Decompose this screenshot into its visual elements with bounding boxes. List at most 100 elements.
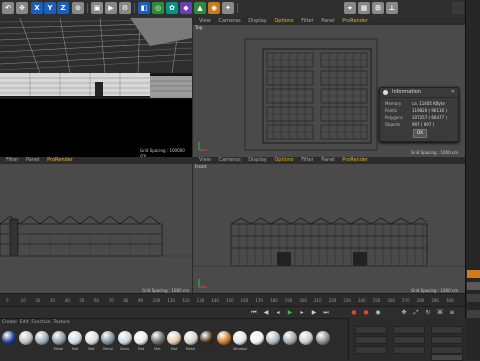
material-swatch[interactable] bbox=[51, 331, 66, 345]
material-swatch[interactable] bbox=[2, 331, 16, 345]
panel-tab-objects[interactable] bbox=[467, 270, 480, 278]
material-swatch[interactable] bbox=[216, 331, 231, 345]
info-value-memory: ca. 11405 KByte bbox=[412, 101, 445, 106]
cube-icon[interactable]: ◧ bbox=[138, 2, 150, 14]
menu-panel[interactable]: Panel bbox=[321, 157, 335, 163]
go-to-start-icon[interactable]: ⏮ bbox=[250, 309, 258, 317]
position-y-field[interactable] bbox=[355, 336, 387, 344]
menu-panel[interactable]: Panel bbox=[321, 18, 335, 24]
play-icon[interactable]: ▶ bbox=[286, 309, 294, 317]
material-swatch[interactable] bbox=[249, 331, 264, 345]
snap-icon[interactable]: ⌖ bbox=[344, 2, 356, 14]
menu-filter[interactable]: Filter bbox=[6, 157, 18, 163]
panel-tab-project[interactable] bbox=[467, 310, 480, 318]
menu-display[interactable]: Display bbox=[248, 157, 266, 163]
viewport-front[interactable]: Front Grid Spacing : 1000 cm bbox=[193, 164, 465, 293]
menu-texture[interactable]: Texture bbox=[53, 320, 69, 325]
size-z-field[interactable] bbox=[393, 346, 425, 354]
undo-icon[interactable]: ↶ bbox=[2, 2, 14, 14]
position-x-field[interactable] bbox=[355, 326, 387, 334]
array-icon[interactable]: ✿ bbox=[166, 2, 178, 14]
position-z-field[interactable] bbox=[355, 346, 387, 354]
material-swatch[interactable] bbox=[183, 331, 198, 345]
menu-filter[interactable]: Filter bbox=[301, 157, 313, 163]
rotation-h-field[interactable] bbox=[431, 326, 463, 334]
material-swatch[interactable] bbox=[134, 331, 148, 345]
material-swatch[interactable] bbox=[315, 331, 330, 345]
autokey-icon[interactable]: ● bbox=[362, 309, 370, 317]
next-frame-icon[interactable]: ▸ bbox=[298, 309, 306, 317]
material-swatch[interactable] bbox=[150, 331, 165, 345]
menu-panel[interactable]: Panel bbox=[26, 157, 40, 163]
grid-icon[interactable]: ⊞ bbox=[372, 2, 384, 14]
position-key-icon[interactable]: ✥ bbox=[400, 309, 408, 317]
material-swatch[interactable] bbox=[282, 331, 297, 345]
nurbs-icon[interactable]: ◎ bbox=[152, 2, 164, 14]
camera-icon[interactable]: ◉ bbox=[208, 2, 220, 14]
menu-function[interactable]: Function bbox=[31, 320, 50, 325]
material-swatch[interactable] bbox=[117, 331, 132, 345]
menu-options[interactable]: Options bbox=[274, 18, 293, 24]
rotation-p-field[interactable] bbox=[431, 336, 463, 344]
render-settings-icon[interactable]: ⚙ bbox=[119, 2, 131, 14]
menu-prorender[interactable]: ProRender bbox=[342, 18, 368, 24]
timeline-tick-label: 200 bbox=[299, 298, 307, 303]
go-to-end-icon[interactable]: ⏭ bbox=[322, 309, 330, 317]
main-toolbar: ↶ ✥ X Y Z ⊙ ▣ ▶ ⚙ ◧ ◎ ✿ ◆ ▲ ◉ ✦ ⌖ ▦ ⊞ ⊥ bbox=[0, 0, 465, 19]
viewport-perspective[interactable]: Grid Spacing : 100000 cm bbox=[0, 18, 192, 157]
menu-view[interactable]: View bbox=[199, 157, 211, 163]
menu-options[interactable]: Options bbox=[274, 157, 293, 163]
layout-menu-icon[interactable] bbox=[452, 2, 464, 14]
material-swatch[interactable] bbox=[233, 331, 247, 345]
render-picture-icon[interactable]: ▶ bbox=[105, 2, 117, 14]
menu-prorender[interactable]: ProRender bbox=[47, 157, 73, 163]
material-swatch[interactable] bbox=[266, 331, 280, 345]
timeline-tick-label: 260 bbox=[387, 298, 395, 303]
material-swatch[interactable] bbox=[84, 331, 99, 345]
menu-view[interactable]: View bbox=[199, 18, 211, 24]
rotation-key-icon[interactable]: ↻ bbox=[424, 309, 432, 317]
coordinate-system-icon[interactable]: ⊙ bbox=[72, 2, 84, 14]
parameter-key-icon[interactable]: ⌘ bbox=[436, 309, 444, 317]
menu-display[interactable]: Display bbox=[248, 18, 266, 24]
move-icon[interactable]: ✥ bbox=[16, 2, 28, 14]
menu-cameras[interactable]: Cameras bbox=[218, 157, 240, 163]
next-key-icon[interactable]: ▶ bbox=[310, 309, 318, 317]
z-axis-button[interactable]: Z bbox=[57, 2, 69, 14]
workplane-icon[interactable]: ▦ bbox=[358, 2, 370, 14]
material-swatch[interactable] bbox=[68, 331, 82, 345]
y-axis-button[interactable]: Y bbox=[44, 2, 56, 14]
scene-icon[interactable]: ▲ bbox=[194, 2, 206, 14]
timeline-ruler[interactable]: 0 10 20 30 40 50 60 70 80 90 100 110 120 130 140 150 160… bbox=[0, 293, 465, 306]
timeline-menu-icon[interactable]: ≡ bbox=[448, 309, 456, 317]
previous-key-icon[interactable]: ◀ bbox=[262, 309, 270, 317]
previous-frame-icon[interactable]: ◂ bbox=[274, 309, 282, 317]
axis-icon[interactable]: ⊥ bbox=[386, 2, 398, 14]
deformer-icon[interactable]: ◆ bbox=[180, 2, 192, 14]
light-icon[interactable]: ✦ bbox=[222, 2, 234, 14]
menu-create[interactable]: Create bbox=[2, 320, 17, 325]
rotation-b-field[interactable] bbox=[431, 346, 463, 354]
size-x-field[interactable] bbox=[393, 326, 425, 334]
material-swatch[interactable] bbox=[101, 331, 115, 345]
material-swatch[interactable] bbox=[167, 331, 181, 345]
x-axis-button[interactable]: X bbox=[31, 2, 43, 14]
keyframe-selection-icon[interactable]: ◉ bbox=[374, 309, 382, 317]
size-y-field[interactable] bbox=[393, 336, 425, 344]
scale-key-icon[interactable]: ⤢ bbox=[412, 309, 420, 317]
panel-tab-attributes[interactable] bbox=[467, 282, 480, 290]
material-swatch[interactable] bbox=[299, 331, 313, 345]
panel-tab-layers[interactable] bbox=[467, 294, 480, 302]
menu-filter[interactable]: Filter bbox=[301, 18, 313, 24]
material-swatch[interactable] bbox=[35, 331, 49, 345]
record-icon[interactable]: ● bbox=[350, 309, 358, 317]
close-icon[interactable]: ✕ bbox=[451, 88, 455, 97]
material-swatch[interactable] bbox=[18, 331, 33, 345]
render-view-icon[interactable]: ▣ bbox=[91, 2, 103, 14]
material-swatch[interactable] bbox=[200, 331, 214, 345]
menu-prorender[interactable]: ProRender bbox=[342, 157, 368, 163]
menu-cameras[interactable]: Cameras bbox=[218, 18, 240, 24]
ok-button[interactable]: OK bbox=[413, 129, 427, 138]
menu-edit[interactable]: Edit bbox=[20, 320, 29, 325]
viewport-side[interactable]: Grid Spacing : 1000 cm bbox=[0, 164, 192, 293]
